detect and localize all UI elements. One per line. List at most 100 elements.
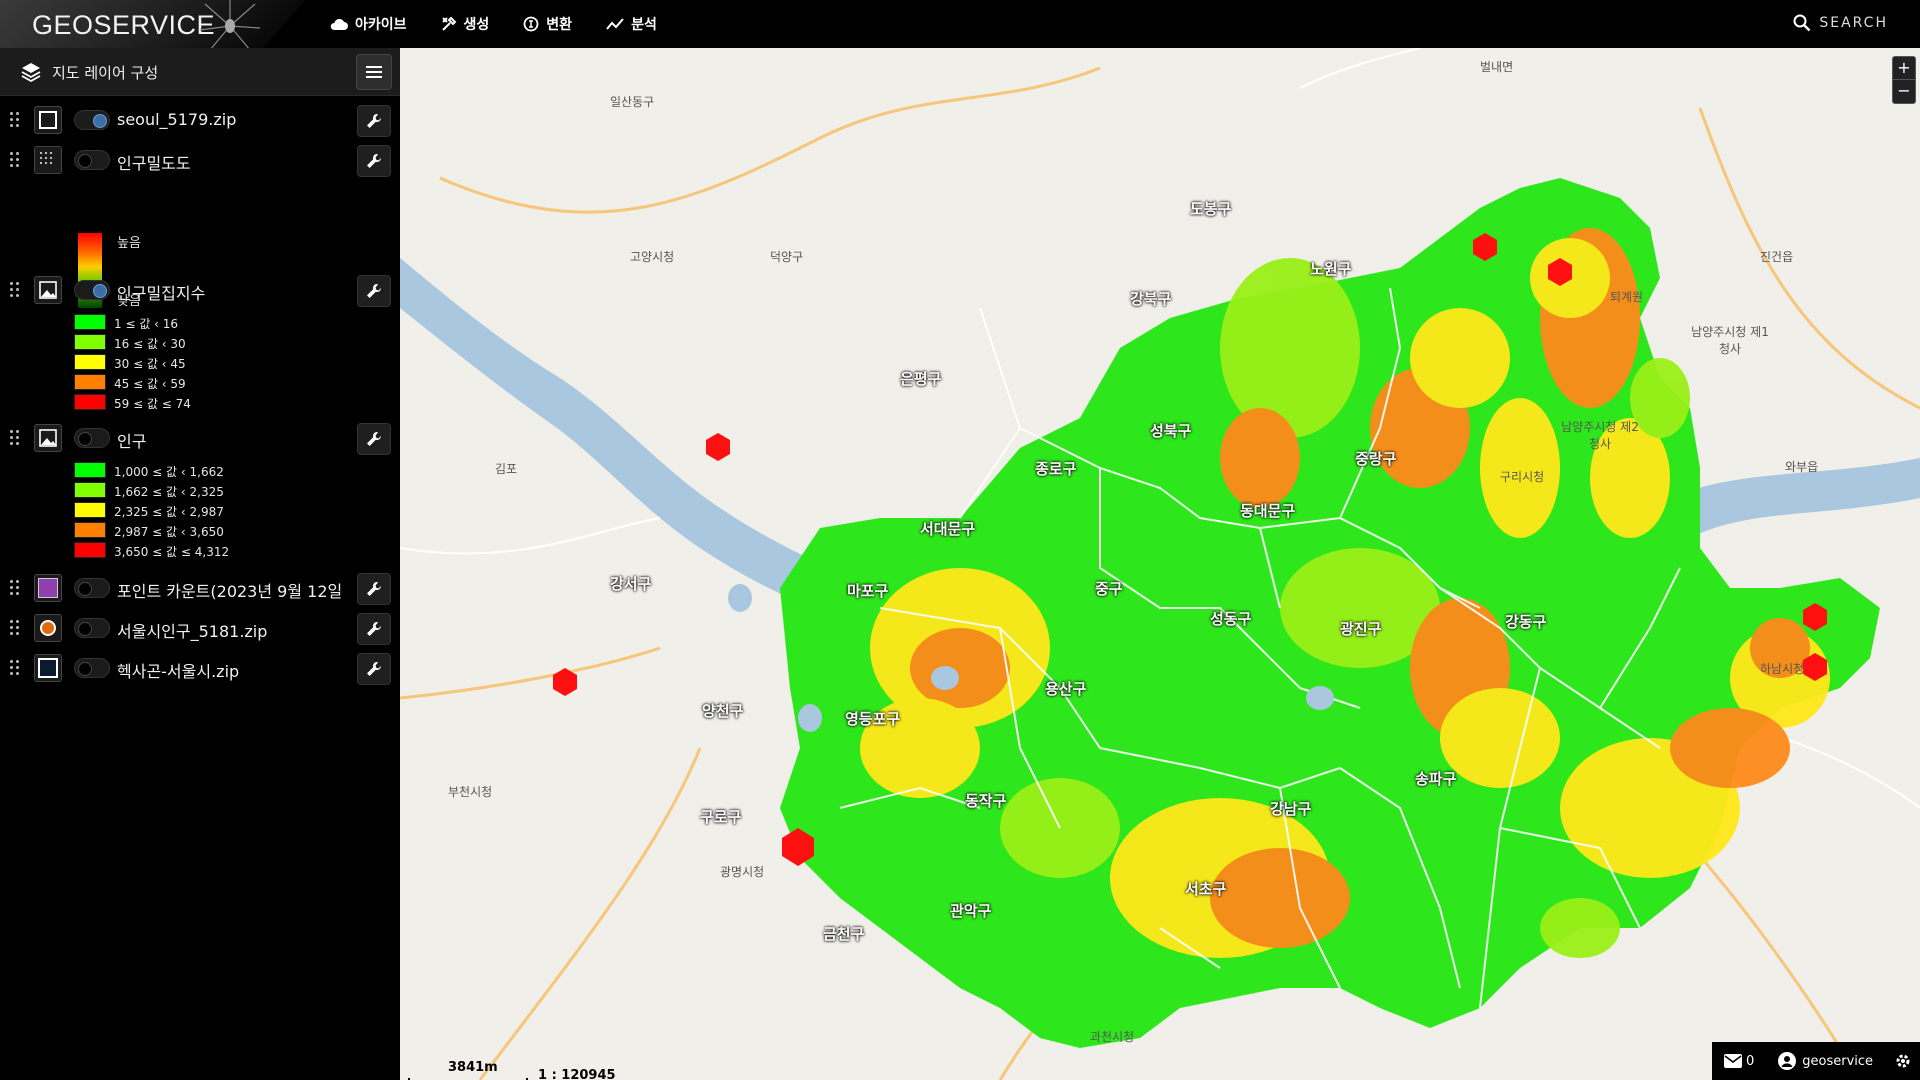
legend-label: 1,000 ≤ 값 ‹ 1,662: [114, 465, 224, 479]
layer-visibility-toggle[interactable]: [74, 150, 110, 170]
legend-label: 1,662 ≤ 값 ‹ 2,325: [114, 485, 224, 499]
layer-settings-button[interactable]: [357, 613, 391, 645]
place-label: 남양주시청 제2청사: [1561, 420, 1639, 451]
place-label: 덕양구: [770, 250, 804, 264]
legend-label: 30 ≤ 값 ‹ 45: [114, 357, 186, 371]
legend-label: 1 ≤ 값 ‹ 16: [114, 317, 179, 331]
layer-visibility-toggle[interactable]: [74, 658, 110, 678]
chart-line-icon: [606, 18, 624, 30]
layer-item[interactable]: 인구: [0, 418, 400, 458]
status-bar: 0 geoservice: [1712, 1042, 1920, 1080]
layer-settings-button[interactable]: [357, 145, 391, 177]
sidebar-title: 지도 레이어 구성: [52, 64, 159, 82]
drag-handle-icon[interactable]: [10, 620, 20, 638]
wrench-icon: [367, 662, 381, 676]
layer-name: 헥사곤-서울시.zip: [117, 662, 240, 681]
legend-label: 3,650 ≤ 값 ≤ 4,312: [114, 545, 230, 559]
layer-item[interactable]: 포인트 카운트(2023년 9월 12일: [0, 568, 400, 608]
place-label: 일산동구: [610, 95, 655, 109]
user-name[interactable]: geoservice: [1802, 1054, 1873, 1069]
layer-name: 서울시인구_5181.zip: [117, 622, 268, 641]
legend-label: 2,987 ≤ 값 ‹ 3,650: [114, 525, 224, 539]
layer-name: 포인트 카운트(2023년 9월 12일: [117, 582, 343, 601]
layer-settings-button[interactable]: [357, 573, 391, 605]
layer-item[interactable]: 인구밀도도: [0, 140, 400, 180]
layer-name: 인구밀집지수: [117, 284, 206, 303]
drag-handle-icon[interactable]: [10, 660, 20, 678]
place-label: 구리시청: [1500, 470, 1545, 484]
layer-visibility-toggle[interactable]: [74, 280, 110, 300]
layer-visibility-toggle[interactable]: [74, 578, 110, 598]
gear-icon[interactable]: [1895, 1053, 1911, 1069]
layer-settings-button[interactable]: [357, 653, 391, 685]
layers-icon: [21, 63, 41, 83]
menu-create-label: 생성: [463, 17, 490, 33]
place-label: 과천시청: [1090, 1030, 1135, 1044]
layer-name: 인구밀도도: [117, 154, 191, 173]
point-layer-icon: [34, 614, 62, 642]
mail-icon[interactable]: [1724, 1054, 1742, 1068]
drag-handle-icon[interactable]: [10, 430, 20, 448]
search-button[interactable]: SEARCH: [1793, 14, 1888, 32]
menu-archive[interactable]: 아카이브: [330, 14, 407, 34]
polygon-layer-icon: [34, 574, 62, 602]
wrench-icon: [367, 114, 381, 128]
drag-handle-icon[interactable]: [10, 152, 20, 170]
place-label: 진건읍: [1760, 250, 1794, 264]
logo-area: GEOSERVICE: [0, 0, 305, 52]
wrench-icon: [367, 284, 381, 298]
main-menu: 아카이브 생성 변환 분석: [330, 0, 691, 48]
menu-convert[interactable]: 변환: [523, 14, 572, 34]
grid-layer-icon: [34, 146, 62, 174]
scale-ratio: 1 : 120945: [538, 1068, 616, 1080]
layer-visibility-toggle[interactable]: [74, 110, 110, 130]
drag-handle-icon[interactable]: [10, 282, 20, 300]
top-bar: GEOSERVICE 아카이브 생성 변환 분석 SEARCH: [0, 0, 1920, 52]
legend-high-label: 높음: [117, 236, 141, 251]
search-icon: [1793, 14, 1811, 32]
layer-settings-button[interactable]: [357, 275, 391, 307]
image-layer-icon: [34, 276, 62, 304]
cloud-icon: [330, 18, 348, 30]
legend-label: 45 ≤ 값 ‹ 59: [114, 377, 186, 391]
drag-handle-icon[interactable]: [10, 580, 20, 598]
layer-visibility-toggle[interactable]: [74, 618, 110, 638]
layer-item[interactable]: seoul_5179.zip: [0, 100, 400, 140]
convert-icon: [523, 16, 539, 32]
layer-settings-button[interactable]: [357, 105, 391, 137]
hamburger-icon: [366, 66, 382, 78]
wrench-icon: [367, 582, 381, 596]
layer-item[interactable]: 인구밀집지수: [0, 270, 400, 310]
menu-create[interactable]: 생성: [441, 14, 490, 34]
zoom-in-button[interactable]: +: [1893, 57, 1915, 80]
map-canvas[interactable]: 도봉구 노원구 강북구 은평구 성북구 종로구 중랑구 서대문구 동대문구 강서…: [400, 48, 1920, 1080]
sidebar-menu-button[interactable]: [356, 54, 392, 90]
place-label: 부천시청: [448, 785, 493, 799]
layer-item[interactable]: 헥사곤-서울시.zip: [0, 648, 400, 688]
place-label: 벌내면: [1480, 60, 1514, 74]
layer-item[interactable]: 서울시인구_5181.zip: [0, 608, 400, 648]
place-label: 광명시청: [720, 865, 765, 879]
place-label: 하남시청: [1760, 662, 1805, 676]
legend-label: 2,325 ≤ 값 ‹ 2,987: [114, 505, 224, 519]
legend-label: 59 ≤ 값 ≤ 74: [114, 397, 191, 411]
place-labels: 일산동구 벌내면 고양시청 덕양구 남양주시청 제1청사 남양주시청 제2청사 …: [400, 48, 1920, 1080]
wrench-icon: [367, 622, 381, 636]
app-logo: GEOSERVICE: [32, 10, 216, 40]
drag-handle-icon[interactable]: [10, 112, 20, 130]
wrench-icon: [367, 432, 381, 446]
layer-sidebar: 지도 레이어 구성 seoul_5179.zip 인구밀도도 높음 낮음 인구밀…: [0, 48, 400, 1080]
menu-convert-label: 변환: [546, 17, 573, 33]
place-label: 퇴계원: [1610, 290, 1644, 304]
user-icon[interactable]: [1778, 1052, 1797, 1070]
tools-icon: [441, 16, 456, 31]
place-label: 고양시청: [630, 250, 675, 264]
layer-visibility-toggle[interactable]: [74, 428, 110, 448]
zoom-out-button[interactable]: −: [1893, 80, 1915, 103]
wrench-icon: [367, 154, 381, 168]
scale-distance: 3841m: [448, 1060, 498, 1075]
layer-settings-button[interactable]: [357, 423, 391, 455]
place-label: 김포: [495, 462, 518, 476]
menu-analysis[interactable]: 분석: [606, 14, 657, 34]
menu-archive-label: 아카이브: [355, 17, 407, 33]
